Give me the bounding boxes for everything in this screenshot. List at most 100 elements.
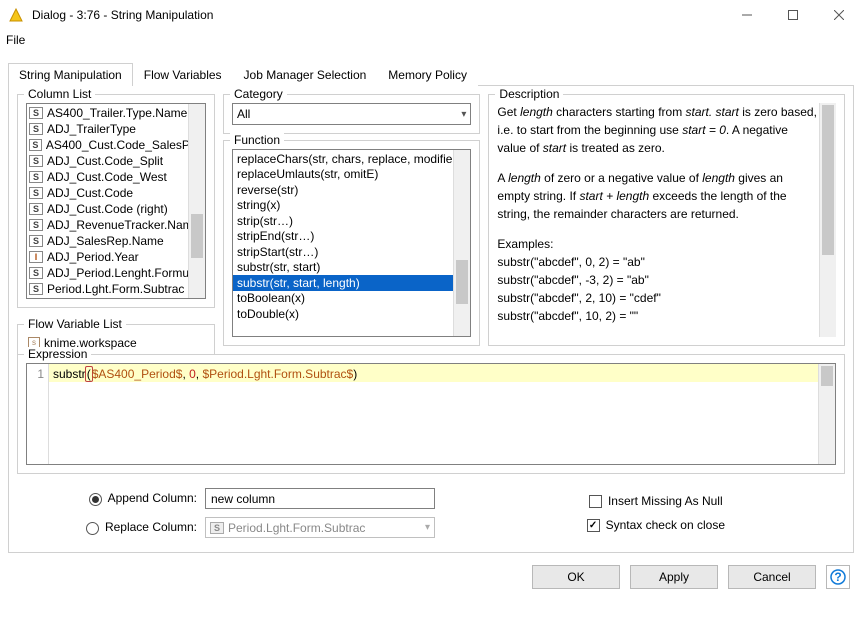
function-list-item[interactable]: strip(str…) [233, 213, 470, 229]
function-list-item[interactable]: substr(str, start, length) [233, 275, 470, 291]
function-legend: Function [230, 133, 284, 147]
tab-string-manipulation[interactable]: String Manipulation [8, 63, 133, 86]
string-type-icon: S [29, 171, 43, 183]
function-list[interactable]: replaceChars(str, chars, replace, modifi… [232, 149, 471, 337]
column-list-item[interactable]: S AS400_Cust.Code_SalesPerson [27, 137, 205, 153]
replace-column-option[interactable]: Replace Column: [77, 520, 197, 534]
insert-missing-checkbox[interactable]: Insert Missing As Null [589, 494, 723, 508]
column-list-legend: Column List [24, 87, 95, 101]
expression-scrollbar[interactable] [818, 364, 835, 464]
description-legend: Description [495, 87, 563, 101]
string-type-icon: S [29, 203, 43, 215]
chevron-down-icon: ▾ [461, 109, 466, 120]
string-type-icon: S [29, 155, 43, 167]
help-button[interactable]: ? [826, 565, 850, 589]
column-list-item-label: ADJ_RevenueTracker.Name [47, 218, 199, 232]
string-type-icon: S [29, 139, 42, 151]
category-legend: Category [230, 87, 287, 101]
column-list-item-label: ADJ_SalesRep.Name [47, 234, 164, 248]
minimize-button[interactable] [724, 0, 770, 30]
column-list-item[interactable]: SADJ_SalesRep.Name [27, 233, 205, 249]
column-list-item-label: ADJ_Period.Year [47, 250, 139, 264]
column-list-item-label: Period.Lght.Form.Subtrac [47, 282, 184, 296]
radio-checked-icon [89, 493, 102, 506]
checkbox-checked-icon [587, 519, 600, 532]
description-text: Get length characters starting from star… [497, 103, 836, 337]
column-list-item[interactable]: S AS400_Trailer.Type.Name [27, 105, 205, 121]
syntax-check-checkbox[interactable]: Syntax check on close [587, 518, 725, 532]
append-column-input[interactable] [205, 488, 435, 509]
string-type-icon: S [29, 123, 43, 135]
function-list-item[interactable]: replaceChars(str, chars, replace, modifi… [233, 151, 470, 167]
expression-editor[interactable]: 1 substr($AS400_Period$, 0, $Period.Lght… [26, 363, 836, 465]
column-list-item[interactable]: S ADJ_RevenueTracker.Name [27, 217, 205, 233]
function-list-item[interactable]: reverse(str) [233, 182, 470, 198]
string-type-icon: S [29, 187, 43, 199]
svg-text:?: ? [834, 570, 841, 584]
function-list-item[interactable]: substr(str, start) [233, 260, 470, 276]
string-type-icon: S [29, 283, 43, 295]
append-column-option[interactable]: Append Column: [77, 491, 197, 505]
column-list-item-label: ADJ_Period.Lenght.Formula [47, 266, 198, 280]
description-group: Description Get length characters starti… [488, 94, 845, 346]
column-list-item[interactable]: S ADJ_Cust.Code_West [27, 169, 205, 185]
category-combo[interactable]: All ▾ [232, 103, 471, 125]
expression-group: Expression 1 substr($AS400_Period$, 0, $… [17, 354, 845, 474]
function-list-item[interactable]: stripEnd(str…) [233, 229, 470, 245]
column-list-item[interactable]: I ADJ_Period.Year [27, 249, 205, 265]
column-list-item-label: ADJ_TrailerType [47, 122, 136, 136]
function-list-item[interactable]: toBoolean(x) [233, 291, 470, 307]
ok-button[interactable]: OK [532, 565, 620, 589]
column-list-item[interactable]: S ADJ_Cust.Code [27, 185, 205, 201]
column-list[interactable]: S AS400_Trailer.Type.Name S ADJ_TrailerType… [26, 103, 206, 299]
expression-code[interactable]: substr($AS400_Period$, 0, $Period.Lght.F… [49, 364, 835, 382]
tab-flow-variables[interactable]: Flow Variables [133, 63, 233, 86]
tab-row: String Manipulation Flow Variables Job M… [8, 62, 854, 86]
function-list-scrollbar[interactable] [453, 150, 470, 336]
expression-legend: Expression [24, 347, 91, 361]
menu-file[interactable]: File [6, 33, 25, 47]
tab-memory-policy[interactable]: Memory Policy [377, 63, 478, 86]
menubar: File [0, 30, 862, 50]
column-list-item-label: ADJ_Cust.Code (right) [47, 202, 168, 216]
tab-panel: Column List SAS400_Trailer.Type.NameSADJ… [8, 86, 854, 553]
cancel-button[interactable]: Cancel [728, 565, 816, 589]
string-type-icon: S [29, 219, 43, 231]
column-list-item[interactable]: S Period.Lght.Form.Subtrac [27, 281, 205, 297]
flow-variable-legend: Flow Variable List [24, 317, 126, 331]
string-type-icon: S [29, 267, 43, 279]
maximize-button[interactable] [770, 0, 816, 30]
titlebar: Dialog - 3:76 - String Manipulation [0, 0, 862, 30]
apply-button[interactable]: Apply [630, 565, 718, 589]
function-list-item[interactable]: toDouble(x) [233, 306, 470, 322]
radio-unchecked-icon [86, 522, 99, 535]
editor-gutter: 1 [27, 364, 49, 464]
category-group: Category All ▾ [223, 94, 480, 134]
function-list-item[interactable]: replaceUmlauts(str, omitE) [233, 167, 470, 183]
function-list-item[interactable]: stripStart(str…) [233, 244, 470, 260]
column-list-item-label: AS400_Cust.Code_SalesPerson [46, 138, 203, 152]
column-list-item[interactable]: S ADJ_Period.Lenght.Formula [27, 265, 205, 281]
dialog-footer: OK Apply Cancel ? [0, 553, 862, 601]
column-list-item[interactable]: S ADJ_Cust.Code (right) [27, 201, 205, 217]
integer-type-icon: I [29, 251, 43, 263]
checkbox-unchecked-icon [589, 495, 602, 508]
string-type-icon: S [210, 522, 224, 534]
app-icon [8, 7, 24, 23]
column-list-item-label: ADJ_Cust.Code_Split [47, 154, 163, 168]
chevron-down-icon: ▾ [425, 522, 430, 533]
string-type-icon: S [29, 107, 43, 119]
column-list-scrollbar[interactable] [188, 104, 205, 298]
column-list-item-label: AS400_Trailer.Type.Name [47, 106, 187, 120]
column-list-item[interactable]: S ADJ_Cust.Code_Split [27, 153, 205, 169]
column-list-item-label: ADJ_Cust.Code_West [47, 170, 167, 184]
description-scrollbar[interactable] [819, 103, 836, 337]
tab-job-manager[interactable]: Job Manager Selection [233, 63, 378, 86]
function-list-item[interactable]: string(x) [233, 198, 470, 214]
window-title: Dialog - 3:76 - String Manipulation [32, 8, 213, 22]
column-list-group: Column List SAS400_Trailer.Type.NameSADJ… [17, 94, 215, 308]
function-group: Function replaceChars(str, chars, replac… [223, 140, 480, 346]
column-list-item-label: ADJ_Cust.Code [47, 186, 133, 200]
column-list-item[interactable]: S ADJ_TrailerType [27, 121, 205, 137]
close-button[interactable] [816, 0, 862, 30]
